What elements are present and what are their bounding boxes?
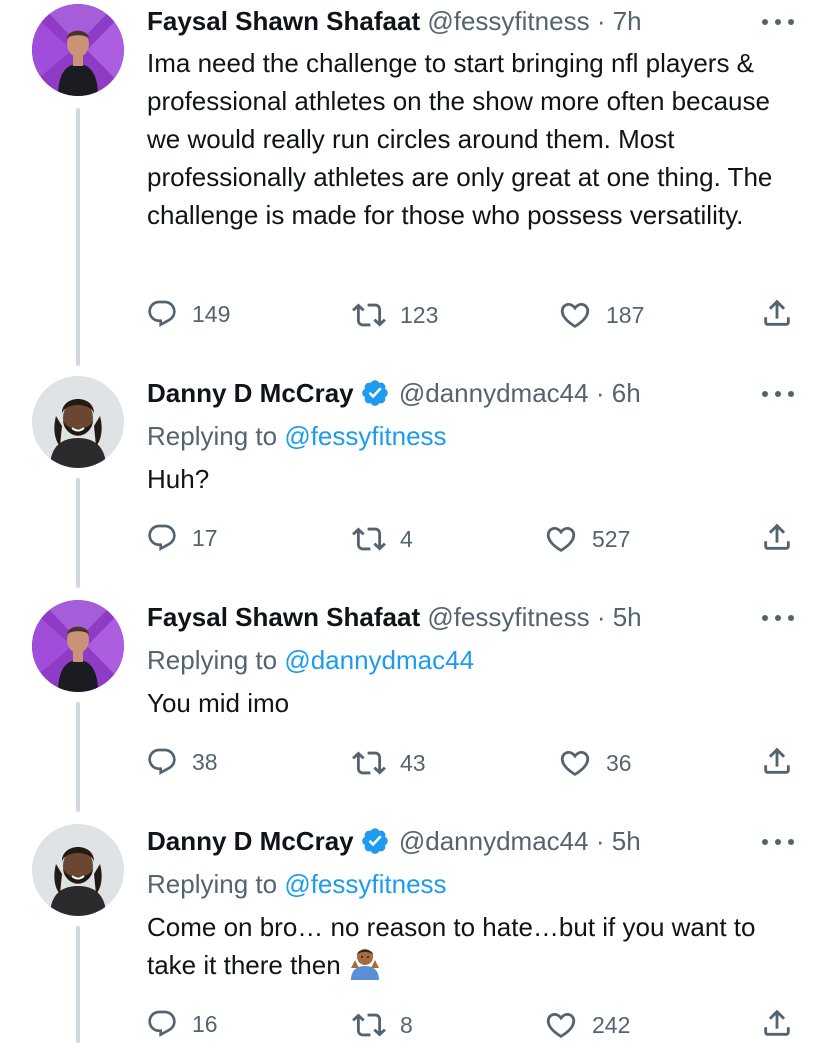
tweet-text-content: Come on bro… no reason to hate…but if yo… (147, 912, 756, 980)
avatar[interactable] (32, 824, 124, 916)
heart-icon (558, 298, 592, 332)
timestamp[interactable]: 5h (612, 826, 641, 856)
retweet-count: 4 (400, 525, 413, 552)
tweet-text: Ima need the challenge to start bringing… (147, 48, 773, 230)
retweet-count: 8 (400, 1011, 413, 1038)
separator: · (596, 602, 606, 632)
replying-to-label: Replying to (147, 421, 285, 451)
share-icon (760, 1006, 794, 1040)
heart-icon (544, 1008, 578, 1042)
reply-count: 38 (192, 748, 218, 775)
reply-button[interactable]: 17 (146, 522, 218, 554)
author-handle[interactable]: @fessyfitness (427, 6, 589, 36)
thread-line (76, 702, 80, 812)
timestamp[interactable]: 5h (613, 602, 642, 632)
share-icon (760, 744, 794, 778)
tweet-text: You mid imo (147, 688, 290, 718)
author-name[interactable]: Faysal Shawn Shafaat (147, 6, 420, 36)
more-icon[interactable] (762, 608, 794, 628)
more-icon[interactable] (762, 12, 794, 32)
author-handle[interactable]: @fessyfitness (427, 602, 589, 632)
reply-button[interactable]: 16 (146, 1008, 218, 1040)
separator: · (596, 6, 606, 36)
tweet-header: Danny D McCray @dannydmac44 · 5h (147, 825, 641, 857)
avatar[interactable] (32, 376, 124, 468)
like-count: 187 (606, 301, 645, 328)
like-button[interactable]: 187 (558, 298, 644, 332)
replying-to: Replying to @fessyfitness (147, 868, 447, 900)
retweet-icon (352, 522, 386, 556)
tweet-text: Come on bro… no reason to hate…but if yo… (147, 908, 807, 984)
avatar[interactable] (32, 600, 124, 692)
replying-to: Replying to @fessyfitness (147, 420, 447, 452)
author-handle[interactable]: @dannydmac44 (399, 826, 589, 856)
reply-icon (146, 522, 178, 554)
thread-line (76, 108, 80, 366)
verified-badge-icon (360, 826, 390, 856)
more-icon[interactable] (762, 832, 794, 852)
separator: · (595, 378, 605, 408)
separator: · (595, 826, 605, 856)
replying-to-handle[interactable]: @dannydmac44 (284, 645, 474, 675)
retweet-count: 43 (400, 749, 426, 776)
like-count: 242 (592, 1011, 631, 1038)
reply-button[interactable]: 38 (146, 746, 218, 778)
like-button[interactable]: 527 (544, 522, 630, 556)
tweet-text: Huh? (147, 464, 210, 494)
heart-icon (544, 522, 578, 556)
author-name[interactable]: Faysal Shawn Shafaat (147, 602, 420, 632)
author-name[interactable]: Danny D McCray (147, 378, 354, 408)
timestamp[interactable]: 6h (612, 378, 641, 408)
replying-to-handle[interactable]: @fessyfitness (284, 869, 446, 899)
retweet-button[interactable]: 43 (352, 746, 426, 780)
more-icon[interactable] (762, 384, 794, 404)
tweet-header: Faysal Shawn Shafaat @fessyfitness · 5h (147, 601, 642, 633)
share-icon (760, 520, 794, 554)
author-name[interactable]: Danny D McCray (147, 826, 354, 856)
like-button[interactable]: 242 (544, 1008, 630, 1042)
retweet-button[interactable]: 4 (352, 522, 413, 556)
reply-count: 16 (192, 1010, 218, 1037)
retweet-icon (352, 1008, 386, 1042)
like-button[interactable]: 36 (558, 746, 632, 780)
retweet-button[interactable]: 8 (352, 1008, 413, 1042)
retweet-button[interactable]: 123 (352, 298, 438, 332)
reply-count: 17 (192, 524, 218, 551)
retweet-icon (352, 298, 386, 332)
like-count: 527 (592, 525, 631, 552)
heart-icon (558, 746, 592, 780)
timestamp[interactable]: 7h (613, 6, 642, 36)
replying-to-label: Replying to (147, 869, 285, 899)
like-count: 36 (606, 749, 632, 776)
share-button[interactable] (760, 744, 794, 778)
share-button[interactable] (760, 520, 794, 554)
retweet-count: 123 (400, 301, 439, 328)
share-icon (760, 296, 794, 330)
tweet-header: Danny D McCray @dannydmac44 · 6h (147, 377, 641, 409)
reply-icon (146, 746, 178, 778)
verified-badge-icon (360, 378, 390, 408)
reply-count: 149 (192, 300, 231, 327)
tweet-header: Faysal Shawn Shafaat @fessyfitness · 7h (147, 5, 642, 37)
shrug-emoji-icon (350, 949, 379, 980)
retweet-icon (352, 746, 386, 780)
share-button[interactable] (760, 1006, 794, 1040)
avatar[interactable] (32, 4, 124, 96)
thread-line (76, 478, 80, 588)
reply-icon (146, 1008, 178, 1040)
replying-to: Replying to @dannydmac44 (147, 644, 474, 676)
thread-line (76, 926, 80, 1043)
reply-button[interactable]: 149 (146, 298, 230, 330)
replying-to-handle[interactable]: @fessyfitness (284, 421, 446, 451)
share-button[interactable] (760, 296, 794, 330)
reply-icon (146, 298, 178, 330)
replying-to-label: Replying to (147, 645, 285, 675)
author-handle[interactable]: @dannydmac44 (399, 378, 589, 408)
